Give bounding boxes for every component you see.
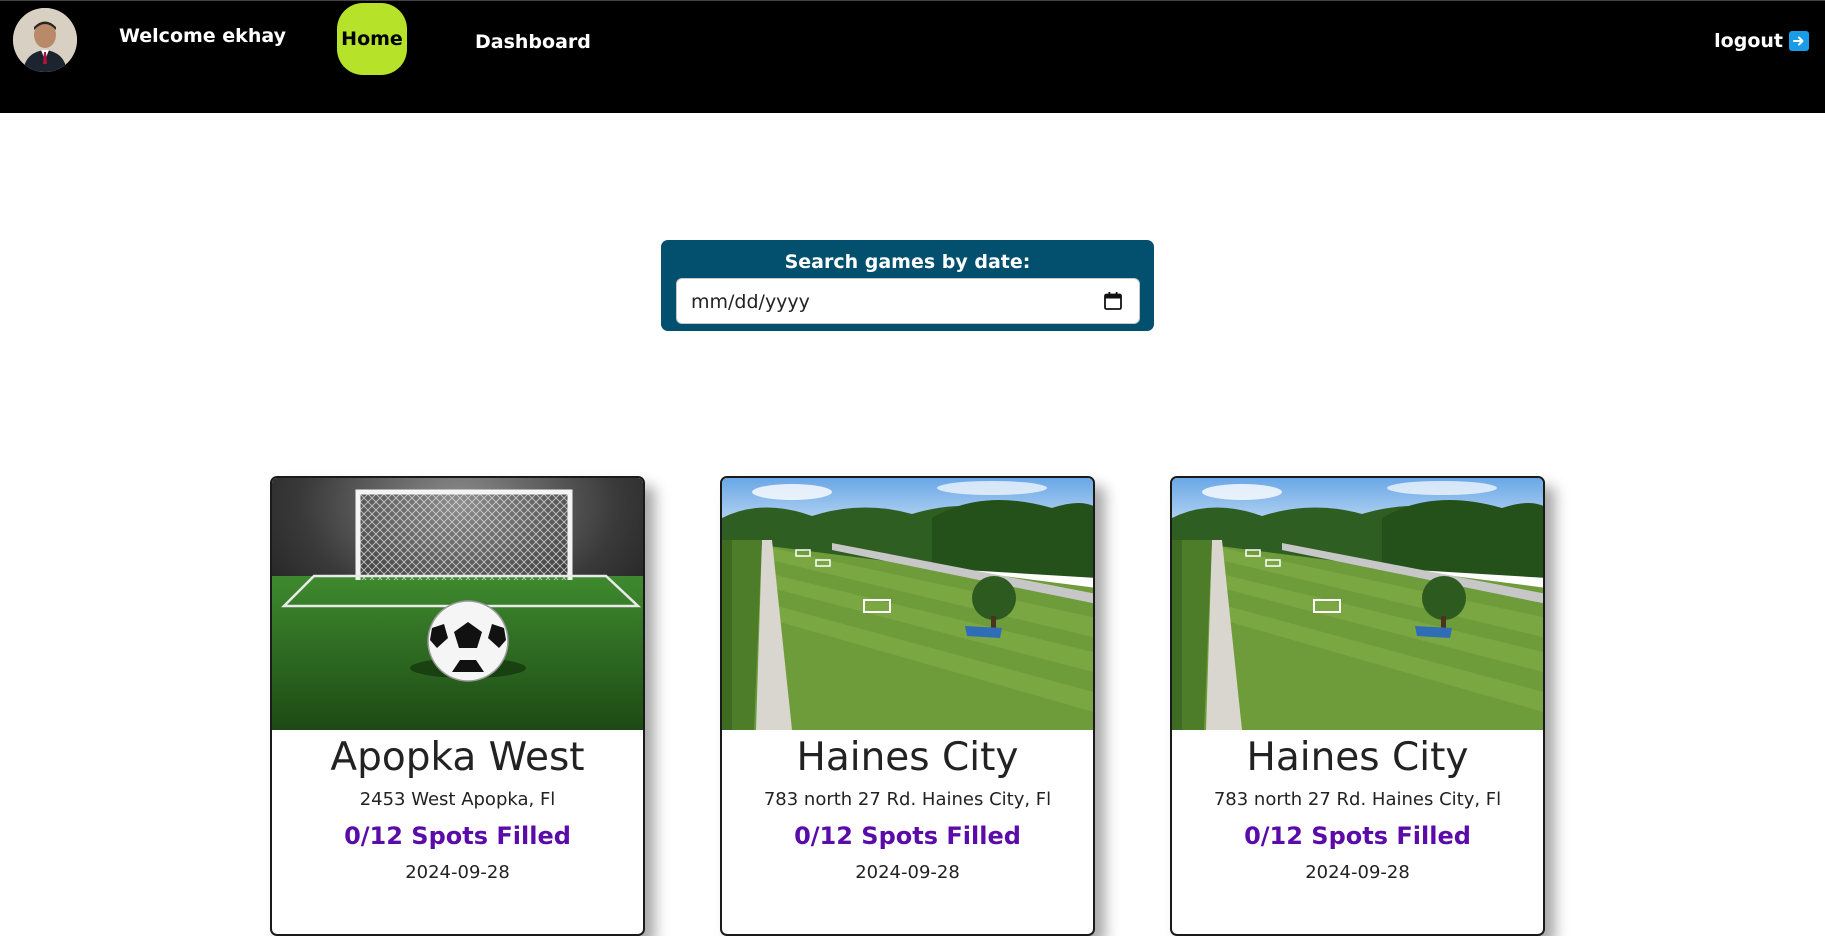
game-spots: 0/12 Spots Filled — [1244, 822, 1471, 850]
date-input[interactable]: mm/dd/yyyy — [676, 278, 1140, 324]
date-placeholder: mm/dd/yyyy — [691, 291, 810, 313]
game-date: 2024-09-28 — [1305, 862, 1410, 883]
avatar[interactable] — [13, 8, 77, 72]
game-card[interactable]: Haines City 783 north 27 Rd. Haines City… — [720, 476, 1095, 936]
game-spots: 0/12 Spots Filled — [794, 822, 1021, 850]
game-address: 2453 West Apopka, Fl — [359, 789, 556, 810]
game-date: 2024-09-28 — [855, 862, 960, 883]
game-date: 2024-09-28 — [405, 862, 510, 883]
logout-label: logout — [1714, 30, 1783, 52]
top-navbar: Welcome ekhay Home Dashboard logout — [0, 0, 1825, 113]
game-title: Apopka West — [330, 735, 585, 780]
game-address: 783 north 27 Rd. Haines City, Fl — [763, 789, 1052, 810]
search-label: Search games by date: — [784, 251, 1031, 273]
nav-home-link[interactable]: Home — [337, 3, 407, 75]
user-avatar-icon — [13, 8, 77, 72]
game-card[interactable]: Apopka West 2453 West Apopka, Fl 0/12 Sp… — [270, 476, 645, 936]
soccer-field-aerial-image — [722, 478, 1093, 730]
soccer-ball-goal-image — [272, 478, 643, 730]
calendar-icon[interactable] — [1103, 291, 1123, 311]
game-title: Haines City — [796, 735, 1019, 780]
game-spots: 0/12 Spots Filled — [344, 822, 571, 850]
game-card[interactable]: Haines City 783 north 27 Rd. Haines City… — [1170, 476, 1545, 936]
soccer-field-aerial-image — [1172, 478, 1543, 730]
game-title: Haines City — [1246, 735, 1469, 780]
logout-button[interactable]: logout — [1714, 30, 1809, 52]
game-address: 783 north 27 Rd. Haines City, Fl — [1213, 789, 1502, 810]
right-arrow-icon — [1789, 31, 1809, 51]
welcome-text: Welcome ekhay — [119, 25, 286, 47]
nav-dashboard-link[interactable]: Dashboard — [475, 31, 591, 53]
date-search-panel: Search games by date: mm/dd/yyyy — [661, 240, 1154, 331]
